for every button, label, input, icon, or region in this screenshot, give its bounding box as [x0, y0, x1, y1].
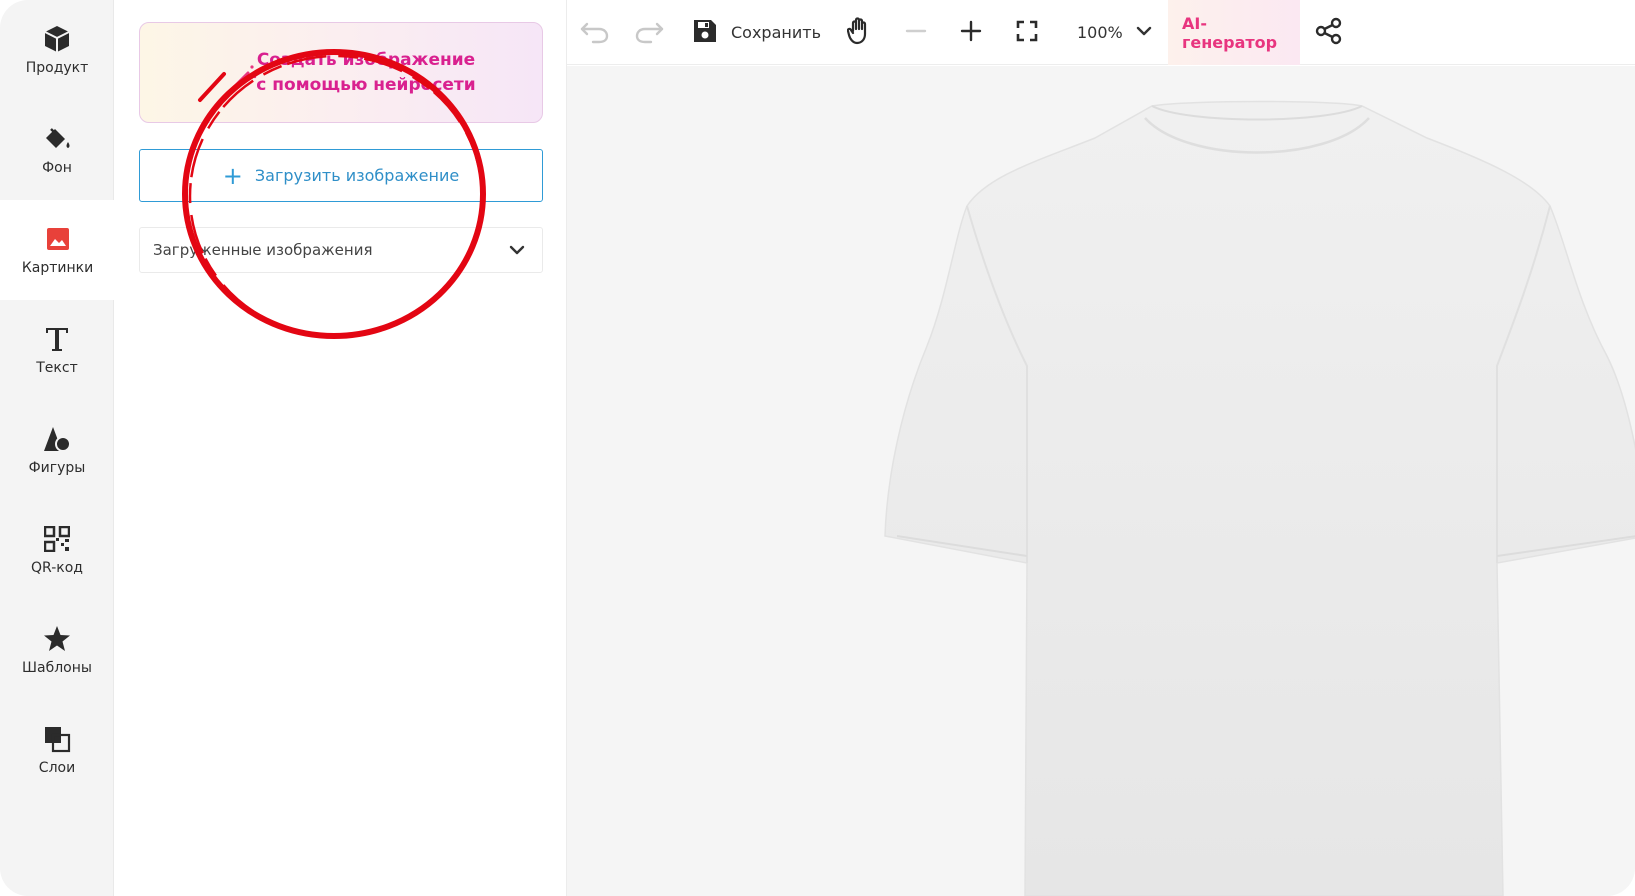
plus-icon: + — [222, 161, 243, 190]
sidebar-item-label: Слои — [38, 760, 76, 776]
redo-icon — [633, 18, 665, 48]
pan-tool-button[interactable] — [846, 0, 873, 65]
upload-image-button[interactable]: + Загрузить изображение — [139, 149, 543, 202]
sidebar-item-product[interactable]: Продукт — [0, 0, 114, 100]
qr-code-icon — [42, 524, 72, 554]
share-button[interactable] — [1315, 0, 1343, 65]
zoom-out-button[interactable] — [905, 0, 927, 65]
sidebar-item-label: QR-код — [31, 560, 83, 576]
images-panel: Создать изображение с помощью нейросети … — [115, 0, 567, 896]
shapes-icon — [42, 424, 72, 454]
layers-icon — [42, 724, 72, 754]
sidebar-item-label: Шаблоны — [22, 660, 92, 676]
paint-bucket-icon — [42, 124, 72, 154]
zoom-in-button[interactable] — [960, 0, 982, 65]
save-button[interactable]: Сохранить — [693, 0, 821, 65]
undo-icon — [579, 18, 611, 48]
fit-screen-button[interactable] — [1016, 0, 1038, 65]
top-toolbar: Сохранить 100% AI-генератор — [567, 0, 1635, 65]
sidebar-item-label: Картинки — [21, 260, 94, 276]
ai-card-line1: Создать изображение — [256, 50, 476, 70]
plus-icon — [960, 20, 982, 46]
ai-generator-label: AI-генератор — [1182, 13, 1278, 52]
sidebar-item-qr[interactable]: QR-код — [0, 500, 114, 600]
sidebar-item-label: Фон — [42, 160, 72, 176]
sidebar-item-templates[interactable]: Шаблоны — [0, 600, 114, 700]
sidebar-rail: Продукт Фон Картинки Текст Фигуры QR-код… — [0, 0, 115, 896]
zoom-level-select[interactable]: 100% — [1077, 0, 1153, 65]
share-icon — [1315, 17, 1343, 49]
ai-card-line2: с помощью нейросети — [256, 75, 476, 95]
sidebar-item-background[interactable]: Фон — [0, 100, 114, 200]
star-icon — [42, 624, 72, 654]
design-canvas[interactable] — [567, 66, 1635, 896]
floppy-disk-icon — [693, 19, 717, 47]
ai-generator-button[interactable]: AI-генератор — [1168, 0, 1300, 65]
redo-button[interactable] — [633, 0, 665, 65]
image-icon — [43, 224, 73, 254]
sidebar-item-label: Продукт — [25, 60, 89, 76]
minus-icon — [905, 20, 927, 46]
uploaded-images-label: Загруженные изображения — [153, 241, 373, 259]
sidebar-item-label: Текст — [36, 360, 78, 376]
chevron-down-icon — [508, 241, 526, 263]
undo-button[interactable] — [579, 0, 611, 65]
sidebar-item-layers[interactable]: Слои — [0, 700, 114, 800]
sidebar-item-images[interactable]: Картинки — [0, 200, 115, 300]
tshirt-mockup[interactable] — [567, 66, 1635, 896]
cube-icon — [42, 24, 72, 54]
ai-create-image-card[interactable]: Создать изображение с помощью нейросети — [139, 22, 543, 123]
zoom-level-value: 100% — [1077, 23, 1123, 42]
sidebar-item-text[interactable]: Текст — [0, 300, 114, 400]
upload-image-label: Загрузить изображение — [254, 166, 460, 185]
chevron-down-icon — [1135, 22, 1153, 44]
save-label: Сохранить — [731, 23, 821, 42]
text-t-icon — [42, 324, 72, 354]
app-window: Продукт Фон Картинки Текст Фигуры QR-код… — [0, 0, 1635, 896]
uploaded-images-dropdown[interactable]: Загруженные изображения — [139, 227, 543, 273]
sidebar-item-label: Фигуры — [28, 460, 86, 476]
fullscreen-icon — [1016, 20, 1038, 46]
hand-icon — [846, 16, 873, 49]
sidebar-item-shapes[interactable]: Фигуры — [0, 400, 114, 500]
